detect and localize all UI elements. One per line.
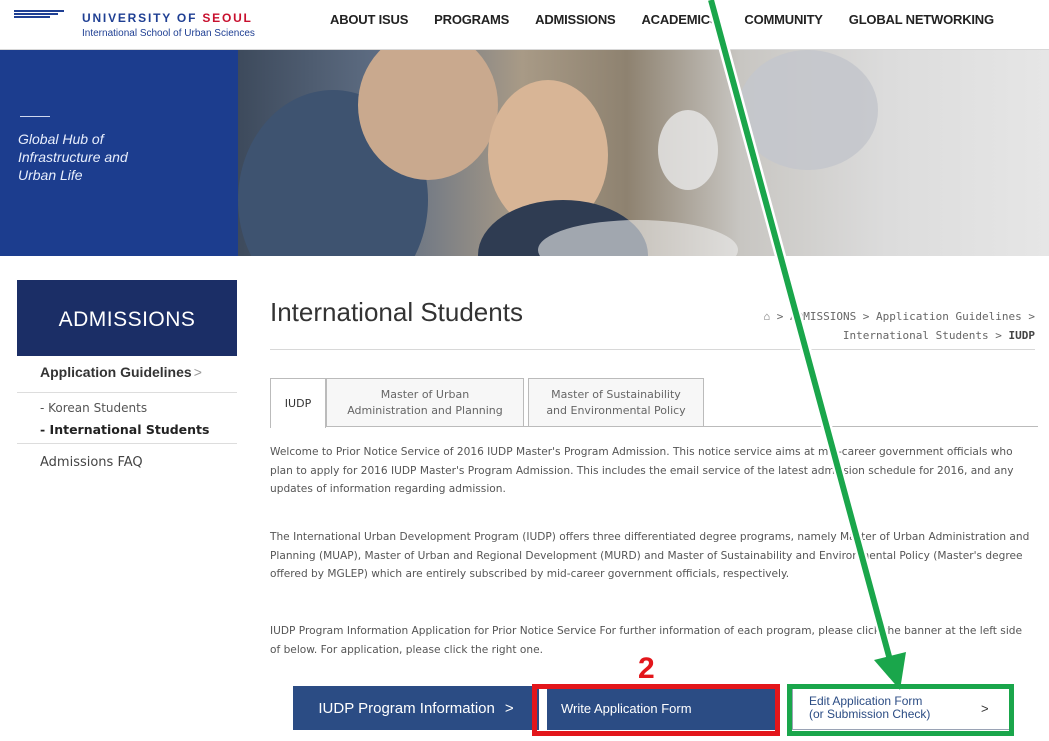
sidebar-item-international-students[interactable]: - International Students [40,422,209,437]
sidebar-divider [17,443,237,444]
intro-paragraph: Welcome to Prior Notice Service of 2016 … [270,446,1014,495]
sidebar-item-application-guidelines[interactable]: Application Guidelines > [40,364,202,380]
tabs-baseline [326,426,704,427]
nav-community[interactable]: COMMUNITY [744,12,823,34]
nav-about-isus[interactable]: ABOUT ISUS [330,12,408,34]
sidebar-header: ADMISSIONS [17,280,237,356]
sidebar-category-label: Application Guidelines [40,364,192,380]
breadcrumb: ⌂ > ADMISSIONS > Application Guidelines … [735,307,1035,345]
hero-banner: Global Hub of Infrastructure and Urban L… [0,50,1049,256]
hero-dash-line [20,116,50,117]
tab-iudp[interactable]: IUDP [270,378,326,428]
title-divider [270,349,1035,350]
nav-global-networking[interactable]: GLOBAL NETWORKING [849,12,994,34]
nav-admissions[interactable]: ADMISSIONS [535,12,616,34]
iudp-program-info-button[interactable]: IUDP Program Information > [293,686,539,730]
home-icon[interactable]: ⌂ [763,310,770,323]
program-paragraph: The International Urban Development Prog… [270,531,1030,580]
nav-academics[interactable]: ACADEMICS [641,12,718,34]
logo-subtitle: International School of Urban Sciences [82,28,255,39]
tab-mglep[interactable]: Master of Sustainability and Environment… [528,378,704,426]
breadcrumb-path[interactable]: > ADMISSIONS > Application Guidelines > [777,310,1035,323]
tab-muap[interactable]: Master of Urban Administration and Plann… [326,378,524,426]
iudp-program-info-label: IUDP Program Information [318,699,495,717]
sidebar-item-korean-students[interactable]: - Korean Students [40,401,147,415]
logo-stripes-icon [14,10,64,18]
chevron-right-icon: > [193,364,202,380]
annotation-green-box [787,684,1014,736]
university-logo[interactable]: UNIVERSITY OF SEOUL International School… [14,6,284,42]
sidebar-item-admissions-faq[interactable]: Admissions FAQ [40,455,143,470]
sidebar-divider [17,392,237,393]
hero-slogan-panel: Global Hub of Infrastructure and Urban L… [0,50,238,256]
chevron-right-icon: > [504,699,514,717]
logo-name-seoul: SEOUL [202,11,253,25]
nav-programs[interactable]: PROGRAMS [434,12,509,34]
logo-name: UNIVERSITY OF [82,11,198,25]
annotation-step-number: 2 [638,652,655,685]
breadcrumb-current: IUDP [1008,329,1036,342]
main-nav: ABOUT ISUS PROGRAMS ADMISSIONS ACADEMICS… [330,12,1020,34]
hero-students-photo [238,50,1049,256]
hero-slogan: Global Hub of Infrastructure and Urban L… [18,131,128,183]
breadcrumb-international-students[interactable]: International Students > [843,329,1002,342]
page-title: International Students [270,297,523,327]
site-header: UNIVERSITY OF SEOUL International School… [0,0,1049,50]
annotation-red-box [532,684,780,736]
tabs-baseline [704,426,1038,427]
sidebar-title: ADMISSIONS [58,308,196,331]
program-tabs: IUDP Master of Urban Administration and … [270,378,1038,428]
